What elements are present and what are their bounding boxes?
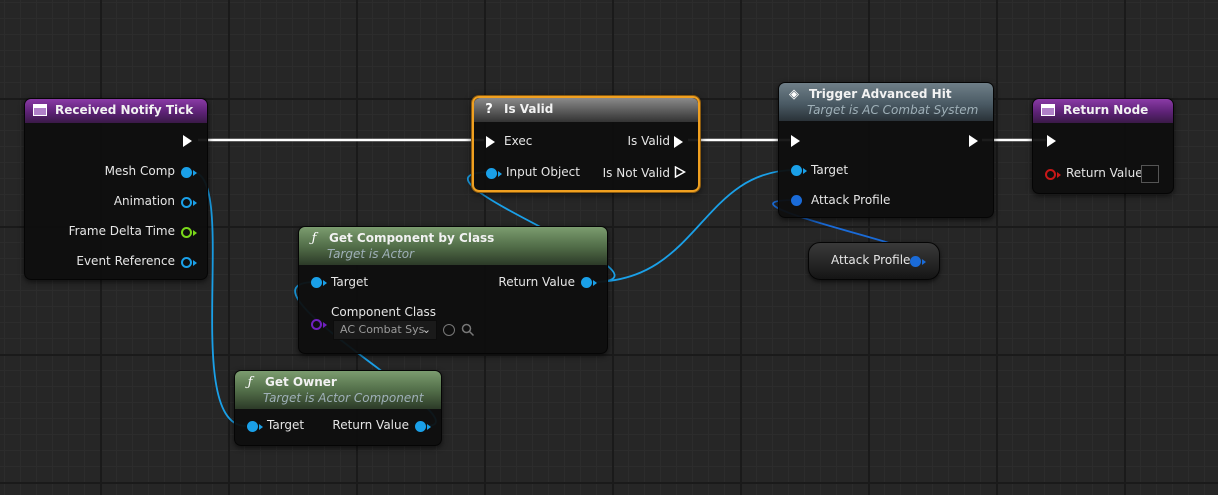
return-node[interactable]: Return Node Return Value — [1032, 98, 1174, 194]
component-class-pin[interactable] — [311, 319, 322, 330]
pin-label-is-valid: Is Valid — [627, 134, 670, 148]
event-node-icon — [33, 104, 47, 117]
node-header: ƒ Get Component by Class Target is Actor — [299, 227, 607, 265]
pin-chevron — [193, 200, 197, 206]
node-subtitle: Target is Actor Component — [263, 391, 424, 405]
exec-in-pin[interactable] — [1047, 135, 1056, 147]
pin-chevron — [323, 280, 327, 286]
trigger-advanced-hit-node[interactable]: ◈ Trigger Advanced Hit Target is AC Comb… — [778, 82, 994, 218]
exec-out-pin[interactable] — [183, 135, 192, 147]
received-notify-tick-node[interactable]: Received Notify Tick Mesh Comp Animation… — [24, 98, 208, 280]
is-valid-node[interactable]: ? Is Valid Exec Is Valid Input Object Is… — [472, 96, 700, 192]
pin-label-return-value: Return Value — [498, 275, 575, 289]
pin-chevron — [498, 171, 502, 177]
pin-label-return-value: Return Value — [332, 418, 409, 432]
exec-in-pin[interactable] — [486, 136, 495, 148]
get-component-by-class-node[interactable]: ƒ Get Component by Class Target is Actor… — [298, 226, 608, 354]
pin-label-animation: Animation — [113, 194, 175, 208]
pin-chevron — [1057, 172, 1061, 178]
input-object-pin[interactable] — [486, 168, 497, 179]
chevron-down-icon: ⌄ — [421, 323, 431, 336]
is-valid-exec-out-pin[interactable] — [674, 136, 683, 148]
node-header: Return Node — [1033, 99, 1173, 123]
pin-chevron — [922, 259, 926, 265]
exec-out-pin[interactable] — [969, 135, 978, 147]
node-header: ƒ Get Owner Target is Actor Component — [235, 371, 441, 409]
attack-profile-out-pin[interactable] — [910, 256, 921, 267]
question-mark-icon: ? — [485, 102, 493, 117]
node-header: ? Is Valid — [474, 98, 698, 122]
pin-label-mesh-comp: Mesh Comp — [104, 164, 175, 178]
pin-label-target: Target — [811, 163, 849, 177]
node-title: Received Notify Tick — [55, 103, 194, 117]
get-owner-node[interactable]: ƒ Get Owner Target is Actor Component Ta… — [234, 370, 442, 446]
target-pin[interactable] — [311, 277, 322, 288]
target-pin[interactable] — [791, 165, 802, 176]
pin-chevron — [427, 424, 431, 430]
pin-chevron — [193, 230, 197, 236]
event-node-icon — [1041, 104, 1055, 117]
pin-chevron — [193, 260, 197, 266]
frame-delta-time-pin[interactable] — [181, 227, 192, 238]
use-selected-asset-icon[interactable] — [443, 324, 455, 336]
node-title: Is Valid — [504, 102, 554, 116]
return-value-checkbox[interactable] — [1141, 165, 1159, 183]
pin-chevron — [193, 170, 197, 176]
animation-pin[interactable] — [181, 197, 192, 208]
exec-in-pin[interactable] — [791, 135, 800, 147]
function-icon: ƒ — [311, 231, 317, 246]
pin-chevron — [803, 168, 807, 174]
diamond-function-icon: ◈ — [789, 87, 799, 102]
pin-label-attack-profile: Attack Profile — [811, 193, 891, 207]
attack-profile-pin[interactable] — [791, 195, 802, 206]
return-value-pin[interactable] — [1045, 169, 1056, 180]
mesh-comp-pin[interactable] — [181, 167, 192, 178]
pin-label-return-value: Return Value — [1066, 166, 1143, 180]
component-class-dropdown[interactable]: AC Combat Sys ⌄ — [333, 320, 437, 340]
node-title: Get Component by Class — [329, 231, 495, 245]
pin-label-target: Target — [331, 275, 369, 289]
browse-search-icon[interactable] — [461, 323, 475, 337]
node-subtitle: Target is AC Combat System — [807, 103, 979, 117]
pin-label-event-reference: Event Reference — [76, 254, 175, 268]
pin-label-component-class: Component Class — [331, 305, 437, 319]
node-header: ◈ Trigger Advanced Hit Target is AC Comb… — [779, 83, 993, 121]
pin-chevron — [323, 322, 327, 328]
pin-chevron — [593, 280, 597, 286]
node-title: Return Node — [1063, 103, 1149, 117]
target-pin[interactable] — [247, 421, 258, 432]
node-header: Received Notify Tick — [25, 99, 207, 123]
pin-label-exec: Exec — [504, 134, 533, 148]
event-reference-pin[interactable] — [181, 257, 192, 268]
component-class-value: AC Combat Sys — [340, 323, 425, 336]
variable-label: Attack Profile — [831, 253, 911, 267]
pin-label-input-object: Input Object — [506, 165, 580, 179]
pin-label-target: Target — [267, 418, 305, 432]
node-title: Trigger Advanced Hit — [809, 87, 952, 101]
pin-label-frame-delta-time: Frame Delta Time — [68, 224, 175, 238]
node-subtitle: Target is Actor — [327, 247, 415, 261]
return-value-pin[interactable] — [581, 277, 592, 288]
node-title: Get Owner — [265, 375, 337, 389]
attack-profile-variable-node[interactable]: Attack Profile — [808, 242, 940, 280]
pin-label-is-not-valid: Is Not Valid — [602, 166, 670, 180]
function-icon: ƒ — [247, 375, 253, 390]
is-not-valid-exec-out-pin[interactable] — [674, 166, 686, 178]
return-value-pin[interactable] — [415, 421, 426, 432]
pin-chevron — [259, 424, 263, 430]
